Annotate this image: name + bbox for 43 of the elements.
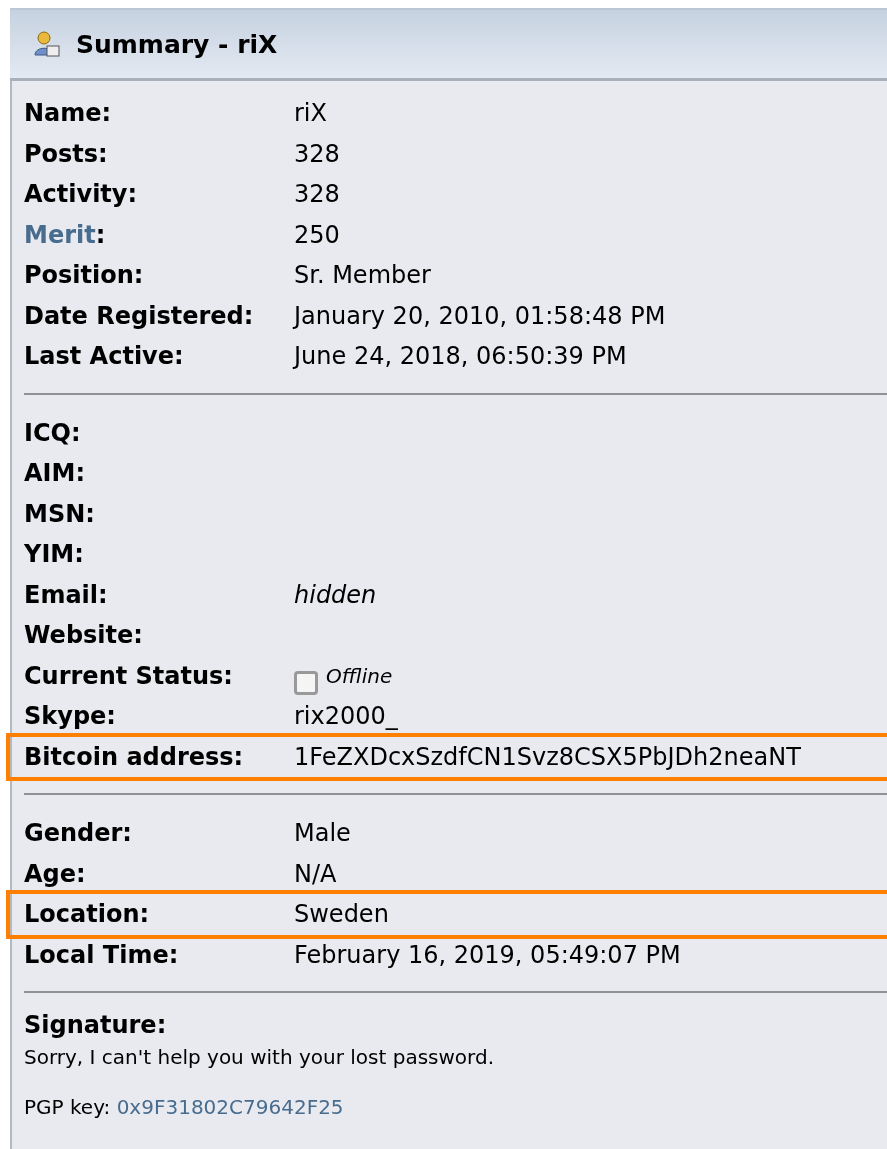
field-label: Age: bbox=[24, 859, 86, 888]
field-label: YIM: bbox=[24, 540, 84, 569]
field-value: Sr. Member bbox=[294, 261, 431, 290]
field-label: Posts: bbox=[24, 139, 108, 168]
field-label: AIM: bbox=[24, 459, 85, 488]
field-label: Website: bbox=[24, 621, 143, 650]
field-value: June 24, 2018, 06:50:39 PM bbox=[294, 342, 627, 371]
field-value: 1FeZXDcxSzdfCN1Svz8CSX5PbJDh2neaNT bbox=[294, 742, 801, 771]
field-label: Local Time: bbox=[24, 940, 179, 969]
field-label: Position: bbox=[24, 261, 144, 290]
field-value: Male bbox=[294, 819, 351, 848]
field-value: 328 bbox=[294, 180, 340, 209]
status-text: Offline bbox=[326, 663, 393, 688]
field-value: 250 bbox=[294, 220, 340, 249]
field-label: Name: bbox=[24, 99, 112, 128]
field-label: Email: bbox=[24, 580, 108, 609]
pgp-key-link[interactable]: 0x9F31802C79642F25 bbox=[116, 1095, 344, 1119]
field-value: hidden bbox=[294, 580, 377, 609]
field-label: Last Active: bbox=[24, 342, 184, 371]
signature-text: Sorry, I can't help you with your lost password. bbox=[24, 1045, 495, 1069]
merit-link[interactable]: Merit bbox=[24, 220, 96, 249]
pgp-label: PGP key: bbox=[24, 1095, 111, 1119]
field-value: 328 bbox=[294, 139, 340, 168]
field-label: ICQ: bbox=[24, 418, 81, 447]
user-icon bbox=[34, 31, 60, 57]
field-label: Activity: bbox=[24, 180, 138, 209]
signature-heading: Signature: bbox=[24, 1011, 168, 1039]
field-value: Sweden bbox=[294, 900, 389, 929]
field-label: Gender: bbox=[24, 819, 132, 848]
status-checkbox-icon bbox=[294, 670, 318, 695]
field-label: MSN: bbox=[24, 499, 95, 528]
colon: : bbox=[95, 220, 106, 249]
field-value: riX bbox=[294, 99, 327, 128]
field-value: January 20, 2010, 01:58:48 PM bbox=[294, 301, 666, 330]
field-label: Current Status: bbox=[24, 661, 233, 690]
field-label: Location: bbox=[24, 900, 150, 929]
panel-title: Summary - riX bbox=[76, 29, 278, 59]
field-label: Date Registered: bbox=[24, 301, 254, 330]
field-label: Skype: bbox=[24, 702, 116, 731]
field-value: rix2000_ bbox=[294, 702, 398, 731]
field-value: N/A bbox=[294, 859, 337, 888]
field-label: Bitcoin address: bbox=[24, 742, 244, 771]
field-value: February 16, 2019, 05:49:07 PM bbox=[294, 940, 681, 969]
